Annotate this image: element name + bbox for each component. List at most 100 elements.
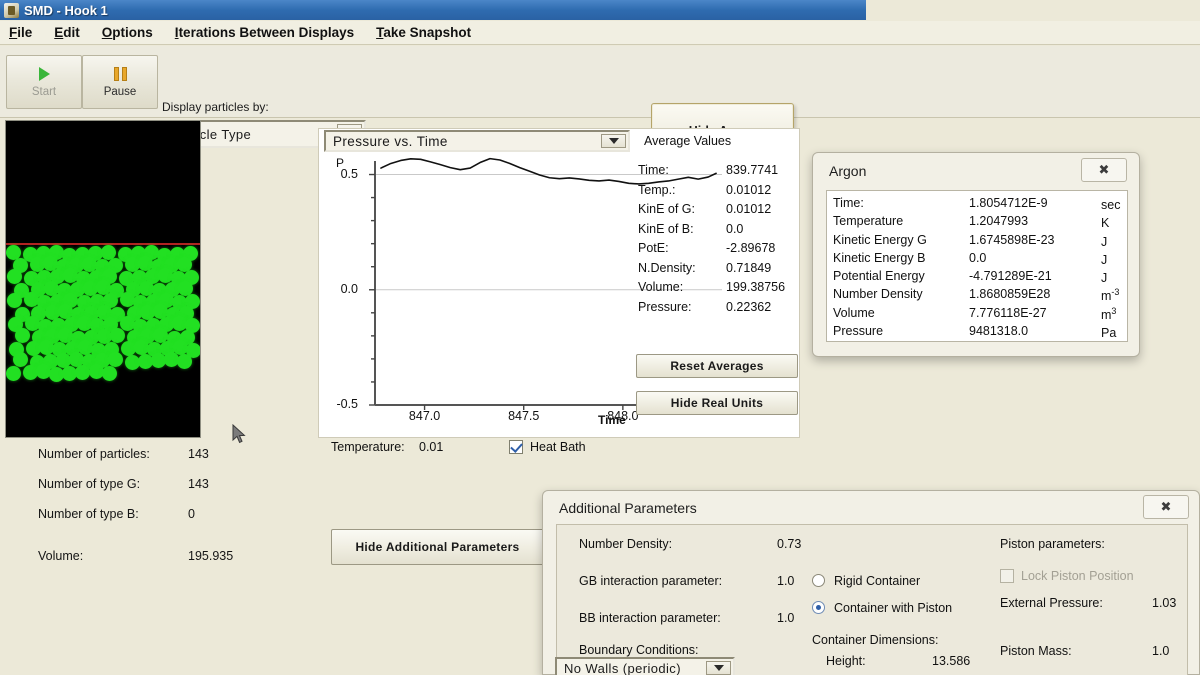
- pause-icon: [113, 66, 127, 81]
- radio-icon-selected[interactable]: [812, 601, 825, 614]
- stat-key: Number of particles:: [38, 447, 150, 461]
- pause-button[interactable]: Pause: [82, 55, 158, 109]
- average-key: Pressure:: [638, 299, 692, 314]
- menu-file-label: ile: [17, 25, 33, 40]
- lock-piston-position-row[interactable]: Lock Piston Position: [1000, 564, 1200, 588]
- argon-row: Time: 1.8054712E-9 sec: [833, 196, 1129, 214]
- average-row: KinE of B: 0.0: [638, 222, 818, 242]
- boundary-conditions-select[interactable]: No Walls (periodic): [555, 657, 735, 675]
- lock-piston-label: Lock Piston Position: [1021, 569, 1134, 583]
- boundary-conditions-label: Boundary Conditions:: [579, 643, 699, 657]
- chevron-down-icon[interactable]: [706, 661, 731, 675]
- container-type-radio-group: Rigid Container Container with Piston: [812, 567, 952, 621]
- screen: SMD - Hook 1 File Edit Options Iteration…: [0, 0, 1200, 675]
- average-row: Temp.: 0.01012: [638, 183, 818, 203]
- argon-values-list: Time: 1.8054712E-9 sec Temperature 1.204799…: [833, 196, 1129, 342]
- plot-type-select[interactable]: Pressure vs. Time: [324, 130, 630, 152]
- close-icon: ✖: [1160, 499, 1172, 515]
- piston-parameter-value: 1.03: [1152, 596, 1177, 610]
- argon-key: Pressure: [833, 324, 884, 339]
- argon-row: Volume 7.776118E-27 m3: [833, 306, 1129, 324]
- dimension-row: Height: 13.586: [812, 654, 1002, 675]
- menu-take-snapshot[interactable]: Take Snapshot: [376, 25, 471, 40]
- dimension-key: Height:: [826, 654, 866, 668]
- particle: [6, 244, 21, 260]
- start-button[interactable]: Start: [6, 55, 82, 109]
- particle-simulation-canvas[interactable]: [5, 120, 201, 438]
- argon-row: Temperature 1.2047993 K: [833, 214, 1129, 232]
- lock-piston-checkbox[interactable]: [1000, 569, 1014, 583]
- menu-options[interactable]: Options: [102, 25, 153, 40]
- argon-key: Time:: [833, 196, 864, 210]
- x-tick-label: 847.5: [508, 409, 540, 423]
- piston-parameter-row: Piston Mass: 1.0: [1000, 644, 1200, 675]
- parameter-key: BB interaction parameter:: [579, 611, 721, 625]
- pause-button-label: Pause: [103, 85, 137, 98]
- average-value: 0.0: [726, 221, 744, 236]
- dimension-value: 13.586: [932, 654, 971, 668]
- piston-parameter-key: Piston Mass:: [1000, 644, 1072, 658]
- argon-row: Kinetic Energy B 0.0 J: [833, 251, 1129, 269]
- argon-row: Potential Energy -4.791289E-21 J: [833, 269, 1129, 287]
- argon-unit: m3: [1101, 305, 1117, 322]
- additional-parameters-body: Number Density: 0.73 GB interaction param…: [556, 524, 1188, 675]
- heat-bath-checkbox[interactable]: [509, 440, 523, 454]
- hide-additional-parameters-button[interactable]: Hide Additional Parameters: [331, 529, 544, 565]
- parameter-value: 0.73: [777, 537, 802, 551]
- hide-real-units-button[interactable]: Hide Real Units: [636, 391, 798, 415]
- stat-key: Volume:: [38, 549, 84, 563]
- stat-value: 0: [188, 507, 195, 521]
- argon-unit: sec: [1101, 198, 1121, 213]
- average-values-list: Time: 839.7741 Temp.: 0.01012 KinE of G: 0.…: [638, 163, 818, 319]
- argon-key: Kinetic Energy B: [833, 250, 926, 265]
- argon-key: Potential Energy: [833, 269, 925, 284]
- average-key: Time:: [638, 163, 669, 177]
- argon-key: Kinetic Energy G: [833, 232, 927, 247]
- close-icon: ✖: [1098, 162, 1110, 178]
- radio-option-container-with-piston[interactable]: Container with Piston: [812, 594, 952, 621]
- particle: [6, 268, 22, 284]
- argon-row: Pressure 9481318.0 Pa: [833, 324, 1129, 342]
- chevron-down-icon[interactable]: [601, 134, 626, 148]
- average-key: KinE of B:: [638, 221, 694, 236]
- argon-value: 1.8680859E28: [969, 287, 1051, 302]
- average-key: Temp.:: [638, 182, 676, 197]
- menu-file[interactable]: File: [9, 25, 32, 40]
- app-icon: [4, 2, 19, 18]
- radio-option-rigid-container[interactable]: Rigid Container: [812, 567, 952, 594]
- argon-key: Number Density: [833, 287, 923, 302]
- average-row: N.Density: 0.71849: [638, 261, 818, 281]
- average-value: 0.22362: [726, 299, 772, 314]
- mouse-cursor: [232, 424, 246, 444]
- additional-parameters-close-button[interactable]: ✖: [1143, 495, 1189, 519]
- piston-parameter-key: External Pressure:: [1000, 596, 1103, 610]
- menu-edit[interactable]: Edit: [54, 25, 80, 40]
- argon-value: 7.776118E-27: [969, 305, 1047, 320]
- additional-parameters-dialog: Additional Parameters ✖ Number Density: 0…: [542, 490, 1200, 675]
- reset-averages-button[interactable]: Reset Averages: [636, 354, 798, 378]
- play-icon: [38, 66, 50, 81]
- average-key: Volume:: [638, 280, 684, 294]
- piston-parameter-value: 1.0: [1152, 644, 1170, 658]
- parameter-value: 1.0: [777, 574, 795, 588]
- argon-key: Volume: [833, 305, 875, 320]
- menu-options-label: ptions: [112, 25, 153, 40]
- argon-row: Kinetic Energy G 1.6745898E-23 J: [833, 233, 1129, 251]
- menu-iterations-between-displays[interactable]: Iterations Between Displays: [175, 25, 354, 40]
- y-tick-label: -0.5: [336, 397, 358, 411]
- particle: [101, 244, 117, 260]
- argon-row: Number Density 1.8680859E28 m-3: [833, 287, 1129, 305]
- menu-iterations-label: terations Between Displays: [178, 25, 355, 40]
- x-tick-label: 848.0: [607, 409, 639, 423]
- average-row: Pressure: 0.22362: [638, 300, 818, 320]
- temperature-row: Temperature: 0.01 Heat Bath: [331, 440, 586, 454]
- piston-parameters: Piston parameters: Lock Piston Position …: [1000, 537, 1200, 675]
- stat-row: Volume: 195.935: [38, 549, 338, 579]
- heat-bath-label: Heat Bath: [530, 440, 586, 454]
- menu-edit-label: dit: [63, 25, 80, 40]
- average-values-title: Average Values: [644, 134, 732, 148]
- radio-icon[interactable]: [812, 574, 825, 587]
- average-value: -2.89678: [726, 241, 776, 255]
- menu-bar: File Edit Options Iterations Between Dis…: [0, 21, 1200, 45]
- argon-dialog-close-button[interactable]: ✖: [1081, 158, 1127, 182]
